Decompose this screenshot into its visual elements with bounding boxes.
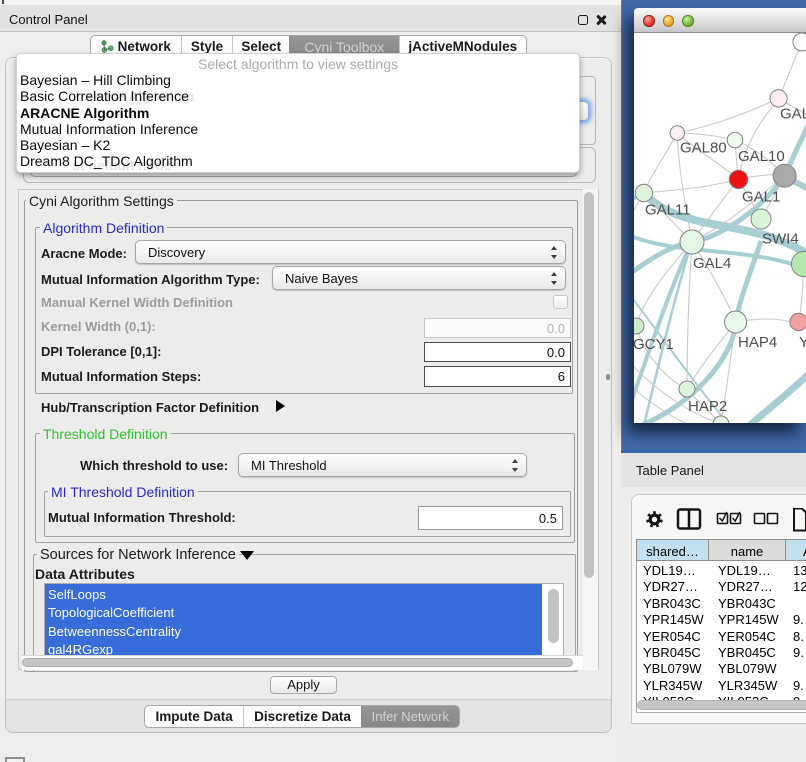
svg-text:HAP4: HAP4 (738, 334, 777, 351)
svg-text:GAL7: GAL7 (780, 106, 806, 123)
svg-text:GCY1: GCY1 (634, 336, 674, 353)
svg-text:YD: YD (799, 334, 806, 351)
svg-text:GAL11: GAL11 (645, 202, 691, 219)
svg-text:SWI4: SWI4 (762, 231, 799, 248)
svg-text:GAL80: GAL80 (680, 140, 727, 157)
svg-text:GAL1: GAL1 (742, 189, 780, 206)
svg-text:HAP2: HAP2 (688, 398, 727, 415)
svg-text:GAL4: GAL4 (693, 255, 731, 272)
svg-text:GAL10: GAL10 (738, 148, 785, 165)
